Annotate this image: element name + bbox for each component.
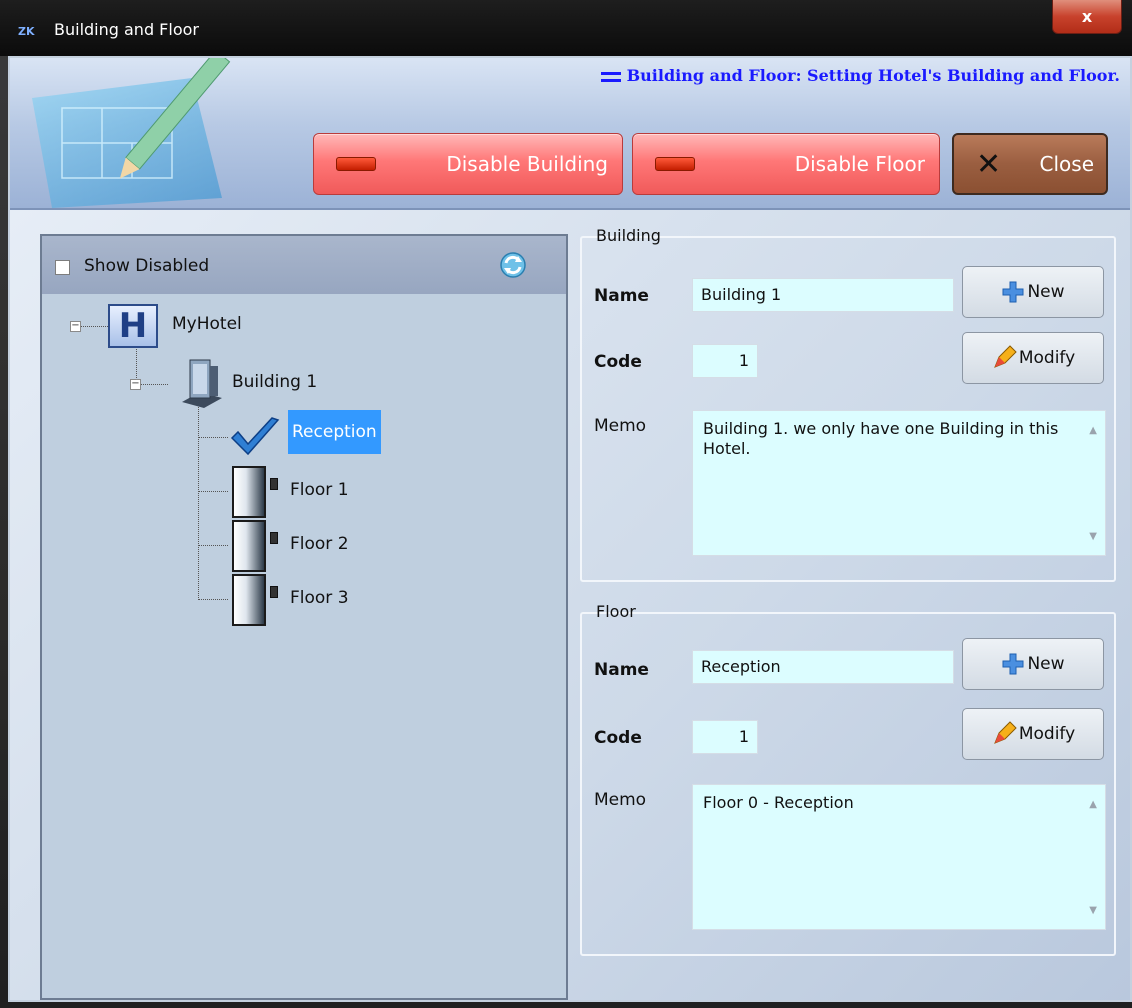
plus-icon	[1002, 653, 1024, 675]
building-memo-field[interactable]: Building 1. we only have one Building in…	[692, 410, 1106, 556]
minus-bar-icon	[655, 157, 695, 171]
building-icon	[182, 359, 222, 408]
building-modify-button[interactable]: Modify	[962, 332, 1104, 384]
app-logo: ZK	[18, 25, 35, 38]
floor-legend: Floor	[596, 602, 636, 621]
plus-icon	[1002, 281, 1024, 303]
window-close-button[interactable]: x	[1052, 0, 1122, 34]
tree-node-myhotel[interactable]: MyHotel	[172, 314, 242, 334]
floor-badge-icon	[270, 532, 278, 544]
close-label: Close	[1039, 152, 1094, 176]
floor-modify-button[interactable]: Modify	[962, 708, 1104, 760]
tree-connector	[198, 545, 228, 546]
tree-panel: Show Disabled − H MyHotel − Building 1 R…	[40, 234, 568, 1000]
tree-connector	[198, 599, 228, 600]
tree-node-floor-3[interactable]: Floor 3	[290, 588, 349, 608]
floor-memo-field[interactable]: Floor 0 - Reception ▲ ▼	[692, 784, 1106, 930]
tree-header: Show Disabled	[42, 236, 566, 294]
floor-memo-text: Floor 0 - Reception	[703, 793, 854, 812]
window-title: Building and Floor	[54, 20, 199, 39]
building-memo-text: Building 1. we only have one Building in…	[703, 419, 1059, 458]
show-disabled-label: Show Disabled	[84, 256, 210, 276]
building-memo-label: Memo	[594, 416, 647, 436]
floor-new-button[interactable]: New	[962, 638, 1104, 690]
floor-code-label: Code	[594, 728, 642, 748]
banner-title: Building and Floor: Setting Hotel's Buil…	[600, 66, 1120, 85]
tree-node-floor-2[interactable]: Floor 2	[290, 534, 349, 554]
scroll-down-icon[interactable]: ▼	[1089, 901, 1097, 921]
floor-memo-label: Memo	[594, 790, 647, 810]
equals-icon	[600, 71, 621, 82]
building-modify-label: Modify	[1018, 348, 1076, 368]
tree-node-floor-1[interactable]: Floor 1	[290, 480, 349, 500]
scroll-up-icon[interactable]: ▲	[1089, 421, 1097, 441]
minus-bar-icon	[336, 157, 376, 171]
floor-name-field[interactable]: Reception	[692, 650, 954, 684]
scroll-down-icon[interactable]: ▼	[1089, 527, 1097, 547]
floor-door-icon	[232, 466, 266, 518]
tree-connector	[198, 491, 228, 492]
floor-code-field[interactable]: 1	[692, 720, 758, 754]
pencil-icon	[993, 345, 1017, 368]
pencil-icon	[993, 721, 1017, 744]
floor-new-label: New	[1027, 654, 1065, 674]
scroll-up-icon[interactable]: ▲	[1089, 795, 1097, 815]
title-bar: ZK Building and Floor x	[0, 0, 1132, 56]
building-legend: Building	[596, 226, 661, 245]
building-new-label: New	[1027, 282, 1065, 302]
building-name-field[interactable]: Building 1	[692, 278, 954, 312]
hotel-h-icon: H	[108, 304, 158, 348]
disable-floor-button[interactable]: Disable Floor	[632, 133, 940, 195]
close-icon: x	[1081, 7, 1093, 26]
floor-door-icon	[232, 520, 266, 572]
building-code-field[interactable]: 1	[692, 344, 758, 378]
disable-building-label: Disable Building	[446, 152, 608, 176]
tree-connector	[198, 437, 228, 438]
close-button[interactable]: ✕ Close	[952, 133, 1108, 195]
blueprint-pencil-icon	[32, 58, 231, 208]
floor-modify-label: Modify	[1018, 724, 1076, 744]
tree-node-reception[interactable]: Reception	[288, 410, 381, 454]
building-new-button[interactable]: New	[962, 266, 1104, 318]
x-icon: ✕	[976, 146, 1002, 182]
header-banner: Building and Floor: Setting Hotel's Buil…	[10, 58, 1130, 210]
tree-connector	[138, 384, 168, 385]
show-disabled-checkbox[interactable]	[55, 260, 70, 275]
tree-node-building-1[interactable]: Building 1	[232, 372, 317, 392]
disable-building-button[interactable]: Disable Building	[313, 133, 623, 195]
floor-badge-icon	[270, 478, 278, 490]
building-name-label: Name	[594, 286, 649, 306]
collapse-toggle[interactable]: −	[130, 379, 141, 390]
tree-connector	[198, 400, 199, 600]
floor-badge-icon	[270, 586, 278, 598]
disable-floor-label: Disable Floor	[794, 152, 925, 176]
collapse-toggle[interactable]: −	[70, 321, 81, 332]
building-code-label: Code	[594, 352, 642, 372]
checkmark-icon	[230, 417, 280, 456]
tree-connector	[78, 326, 108, 327]
floor-name-label: Name	[594, 660, 649, 680]
refresh-icon[interactable]	[498, 250, 528, 280]
floor-door-icon	[232, 574, 266, 626]
